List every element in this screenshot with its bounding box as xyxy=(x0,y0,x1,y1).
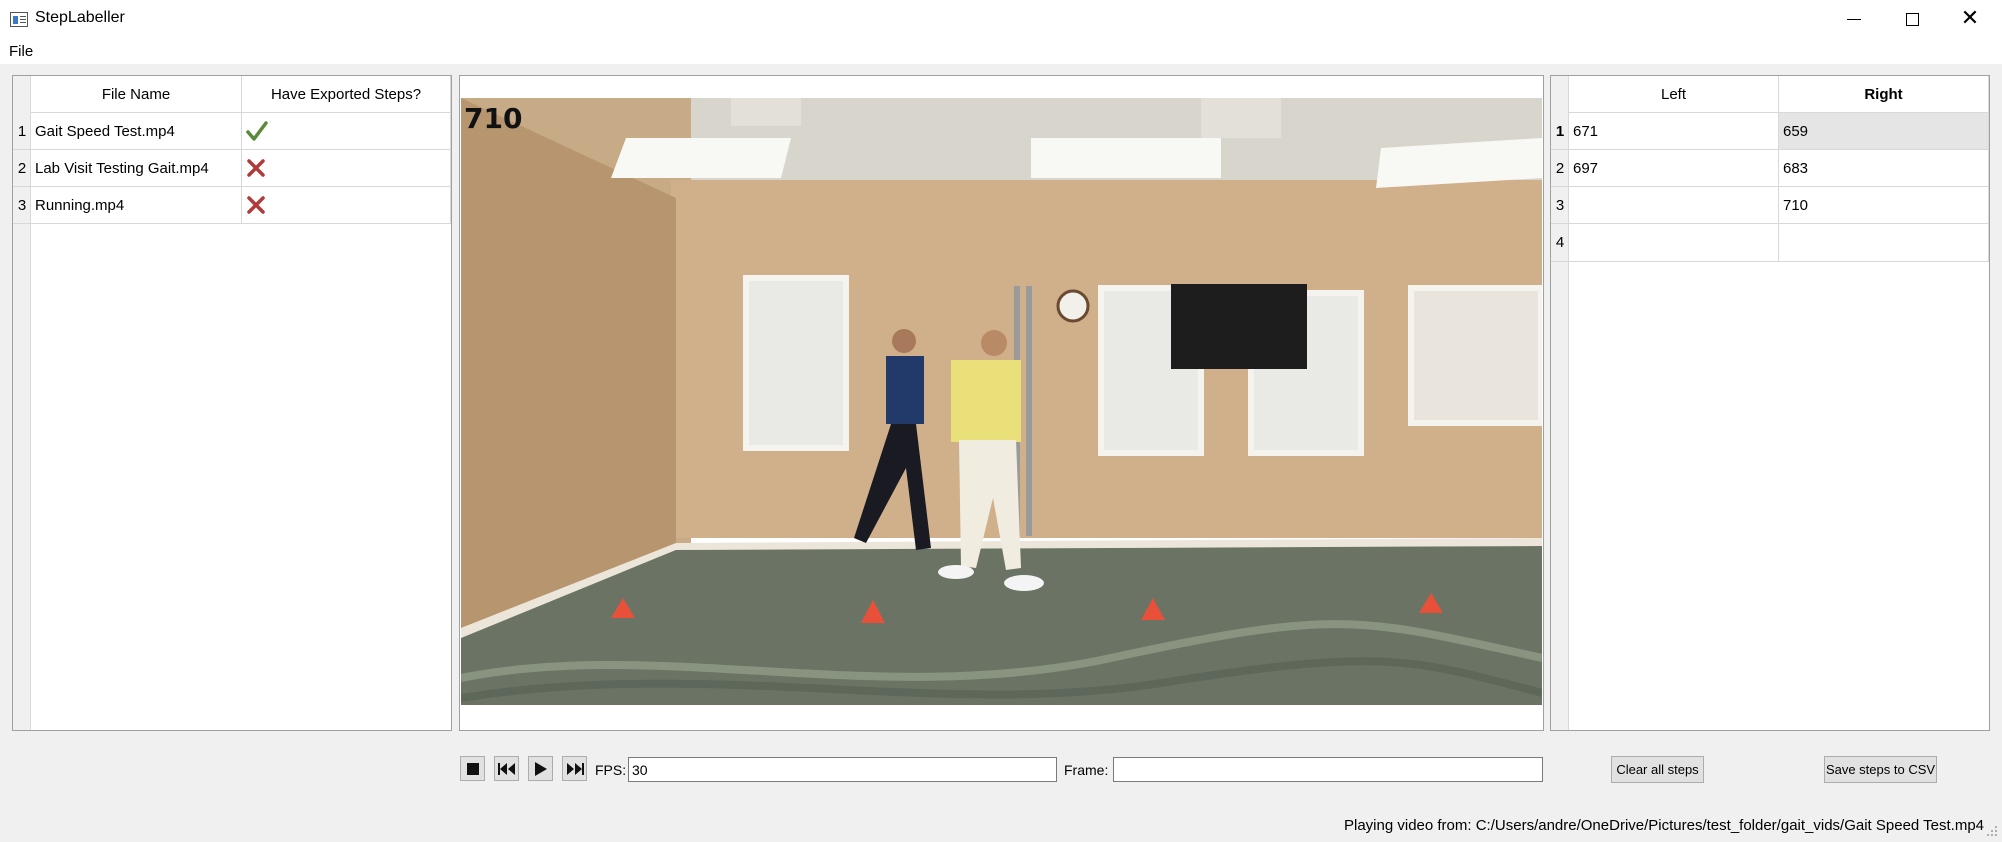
status-text: Playing video from: C:/Users/andre/OneDr… xyxy=(1344,817,1985,834)
skip-forward-button[interactable] xyxy=(562,756,587,781)
stop-button[interactable] xyxy=(460,756,485,781)
window-title: StepLabeller xyxy=(35,9,125,26)
checkmark-icon xyxy=(246,121,268,141)
fps-input[interactable]: 30 xyxy=(628,757,1057,782)
right-step-cell[interactable] xyxy=(1779,224,1989,262)
file-name-header[interactable]: File Name xyxy=(31,76,242,113)
frame-number-overlay: 710 xyxy=(464,102,523,135)
skip-forward-icon xyxy=(566,762,584,775)
menu-bar xyxy=(0,38,2002,64)
right-step-cell[interactable]: 659 xyxy=(1779,113,1989,150)
exported-cell[interactable] xyxy=(242,150,451,187)
video-frame-image xyxy=(461,98,1542,705)
app-window-icon xyxy=(10,12,28,27)
resize-grip-icon[interactable] xyxy=(1986,824,1998,836)
play-icon xyxy=(534,761,547,776)
file-row-number[interactable]: 1 xyxy=(13,113,31,150)
fps-label: FPS: xyxy=(595,762,627,778)
video-frame[interactable] xyxy=(461,98,1542,705)
right-step-cell[interactable]: 683 xyxy=(1779,150,1989,187)
exported-cell[interactable] xyxy=(242,113,451,150)
left-header[interactable]: Left xyxy=(1569,76,1779,113)
step-row-number[interactable]: 3 xyxy=(1551,187,1569,224)
skip-back-icon xyxy=(497,762,515,775)
right-header[interactable]: Right xyxy=(1779,76,1989,113)
exported-header[interactable]: Have Exported Steps? xyxy=(242,76,451,113)
file-name-cell[interactable]: Running.mp4 xyxy=(31,187,242,224)
close-icon: ✕ xyxy=(1960,6,1980,31)
close-button[interactable]: ✕ xyxy=(1941,0,1999,38)
maximize-button[interactable] xyxy=(1883,0,1941,38)
file-name-cell[interactable]: Gait Speed Test.mp4 xyxy=(31,113,242,150)
exported-cell[interactable] xyxy=(242,187,451,224)
left-step-cell[interactable] xyxy=(1569,224,1779,262)
skip-back-button[interactable] xyxy=(494,756,519,781)
left-step-cell[interactable]: 697 xyxy=(1569,150,1779,187)
save-steps-button[interactable]: Save steps to CSV xyxy=(1824,756,1937,783)
step-row-number[interactable]: 2 xyxy=(1551,150,1569,187)
stop-icon xyxy=(466,762,479,775)
menu-file[interactable]: File xyxy=(9,43,33,60)
file-name-cell[interactable]: Lab Visit Testing Gait.mp4 xyxy=(31,150,242,187)
cross-icon xyxy=(247,159,265,177)
left-step-cell[interactable]: 671 xyxy=(1569,113,1779,150)
left-step-cell[interactable] xyxy=(1569,187,1779,224)
frame-label: Frame: xyxy=(1064,762,1109,778)
minimize-icon xyxy=(1847,18,1861,20)
right-step-cell[interactable]: 710 xyxy=(1779,187,1989,224)
minimize-button[interactable] xyxy=(1825,0,1883,38)
maximize-icon xyxy=(1905,12,1919,26)
clear-all-steps-button[interactable]: Clear all steps xyxy=(1611,756,1704,783)
title-bar xyxy=(0,0,2002,38)
file-row-number[interactable]: 3 xyxy=(13,187,31,224)
cross-icon xyxy=(247,196,265,214)
step-row-number[interactable]: 4 xyxy=(1551,224,1569,262)
step-row-number[interactable]: 1 xyxy=(1551,113,1569,150)
file-row-number[interactable]: 2 xyxy=(13,150,31,187)
play-button[interactable] xyxy=(528,756,553,781)
frame-input[interactable] xyxy=(1113,757,1543,782)
